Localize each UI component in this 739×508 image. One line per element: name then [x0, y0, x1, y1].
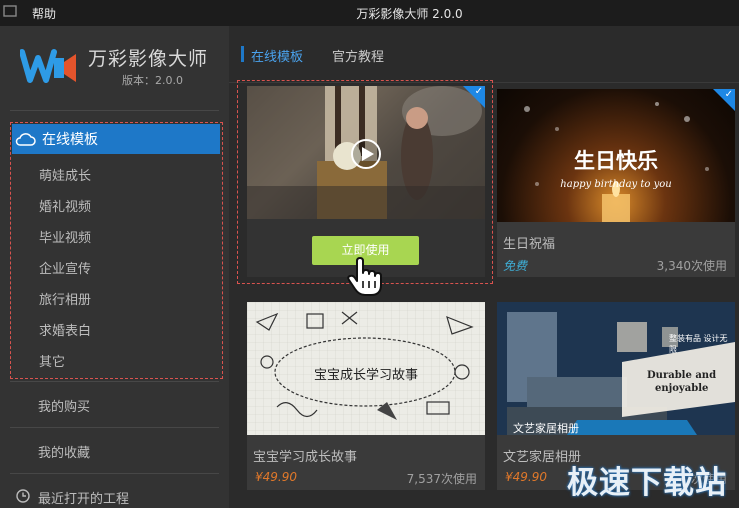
title-bar: 帮助 万彩影像大师 2.0.0: [0, 0, 739, 26]
thumbnail-title: 生日快乐: [574, 148, 658, 173]
watermark: 极速下载站: [567, 465, 727, 501]
hand-cursor-icon: [347, 257, 383, 297]
thumbnail-title: 宝宝成长学习故事: [313, 368, 418, 383]
my-purchases-link[interactable]: 我的购买: [38, 396, 90, 415]
my-favorites-link[interactable]: 我的收藏: [38, 442, 90, 461]
template-uses: 3,340次使用: [656, 259, 727, 273]
template-card[interactable]: 生日快乐 happy birthday to you ✓ 生日祝福 免费 3,3…: [497, 89, 735, 277]
check-icon: ✓: [724, 89, 733, 100]
category-item[interactable]: 其它: [39, 351, 65, 370]
app-version: 版本：2.0.0: [122, 74, 183, 87]
thumbnail-subtitle: happy birthday to you: [560, 179, 672, 190]
template-uses: 7,537次使用: [406, 472, 477, 486]
category-online-templates-label: 在线模板: [42, 132, 98, 148]
cloud-icon: [14, 131, 36, 147]
template-thumbnail: 整装有品 设计无限 Durable and enjoyable 文艺家居相册: [497, 302, 735, 435]
active-tab-indicator: [241, 46, 244, 62]
divider: [10, 473, 219, 474]
window-title: 万彩影像大师 2.0.0: [356, 7, 463, 21]
category-item[interactable]: 萌娃成长: [39, 165, 91, 184]
category-item[interactable]: 求婚表白: [39, 320, 91, 339]
check-icon: ✓: [474, 86, 483, 97]
template-title: 生日祝福: [503, 237, 556, 252]
category-list: 在线模板 萌娃成长 婚礼视频 毕业视频 企业宣传 旅行相册 求婚表白 其它: [10, 122, 223, 379]
template-card[interactable]: 宝宝成长学习故事 宝宝学习成长故事 ¥49.90 7,537次使用: [247, 302, 485, 490]
thumbnail-text: enjoyable: [655, 383, 709, 394]
recent-projects-link[interactable]: 最近打开的工程: [38, 488, 129, 507]
thumbnail-caption: 整装有品 设计无限: [669, 334, 728, 354]
template-price: ¥49.90: [505, 470, 547, 484]
divider: [10, 110, 219, 111]
category-item[interactable]: 婚礼视频: [39, 196, 91, 215]
thumbnail-title: 文艺家居相册: [513, 422, 579, 435]
play-icon[interactable]: [350, 138, 382, 170]
category-item[interactable]: 企业宣传: [39, 258, 91, 277]
app-name: 万彩影像大师: [88, 48, 209, 70]
category-item[interactable]: 旅行相册: [39, 289, 91, 308]
sidebar: 万彩影像大师 版本：2.0.0 在线模板 萌娃成长 婚礼视频 毕业视频 企业宣传…: [0, 26, 229, 508]
thumbnail-text: Durable and: [647, 370, 717, 381]
clock-icon: [16, 488, 30, 503]
template-thumbnail: 宝宝成长学习故事: [247, 302, 485, 435]
template-price: ¥49.90: [255, 470, 297, 484]
template-title: 宝宝学习成长故事: [253, 450, 358, 465]
template-thumbnail: 生日快乐 happy birthday to you: [497, 89, 735, 222]
divider: [10, 427, 219, 428]
tab-online-templates[interactable]: 在线模板: [251, 46, 303, 65]
category-item[interactable]: 毕业视频: [39, 227, 91, 246]
main-panel: 在线模板 官方教程 ✓ 立即使用 生日快乐 happy birthday to …: [229, 26, 739, 508]
category-online-templates[interactable]: 在线模板: [12, 124, 220, 154]
tab-official-tutorials[interactable]: 官方教程: [332, 46, 384, 65]
template-price: 免费: [503, 259, 528, 273]
app-logo: [19, 44, 78, 88]
divider: [10, 381, 219, 382]
